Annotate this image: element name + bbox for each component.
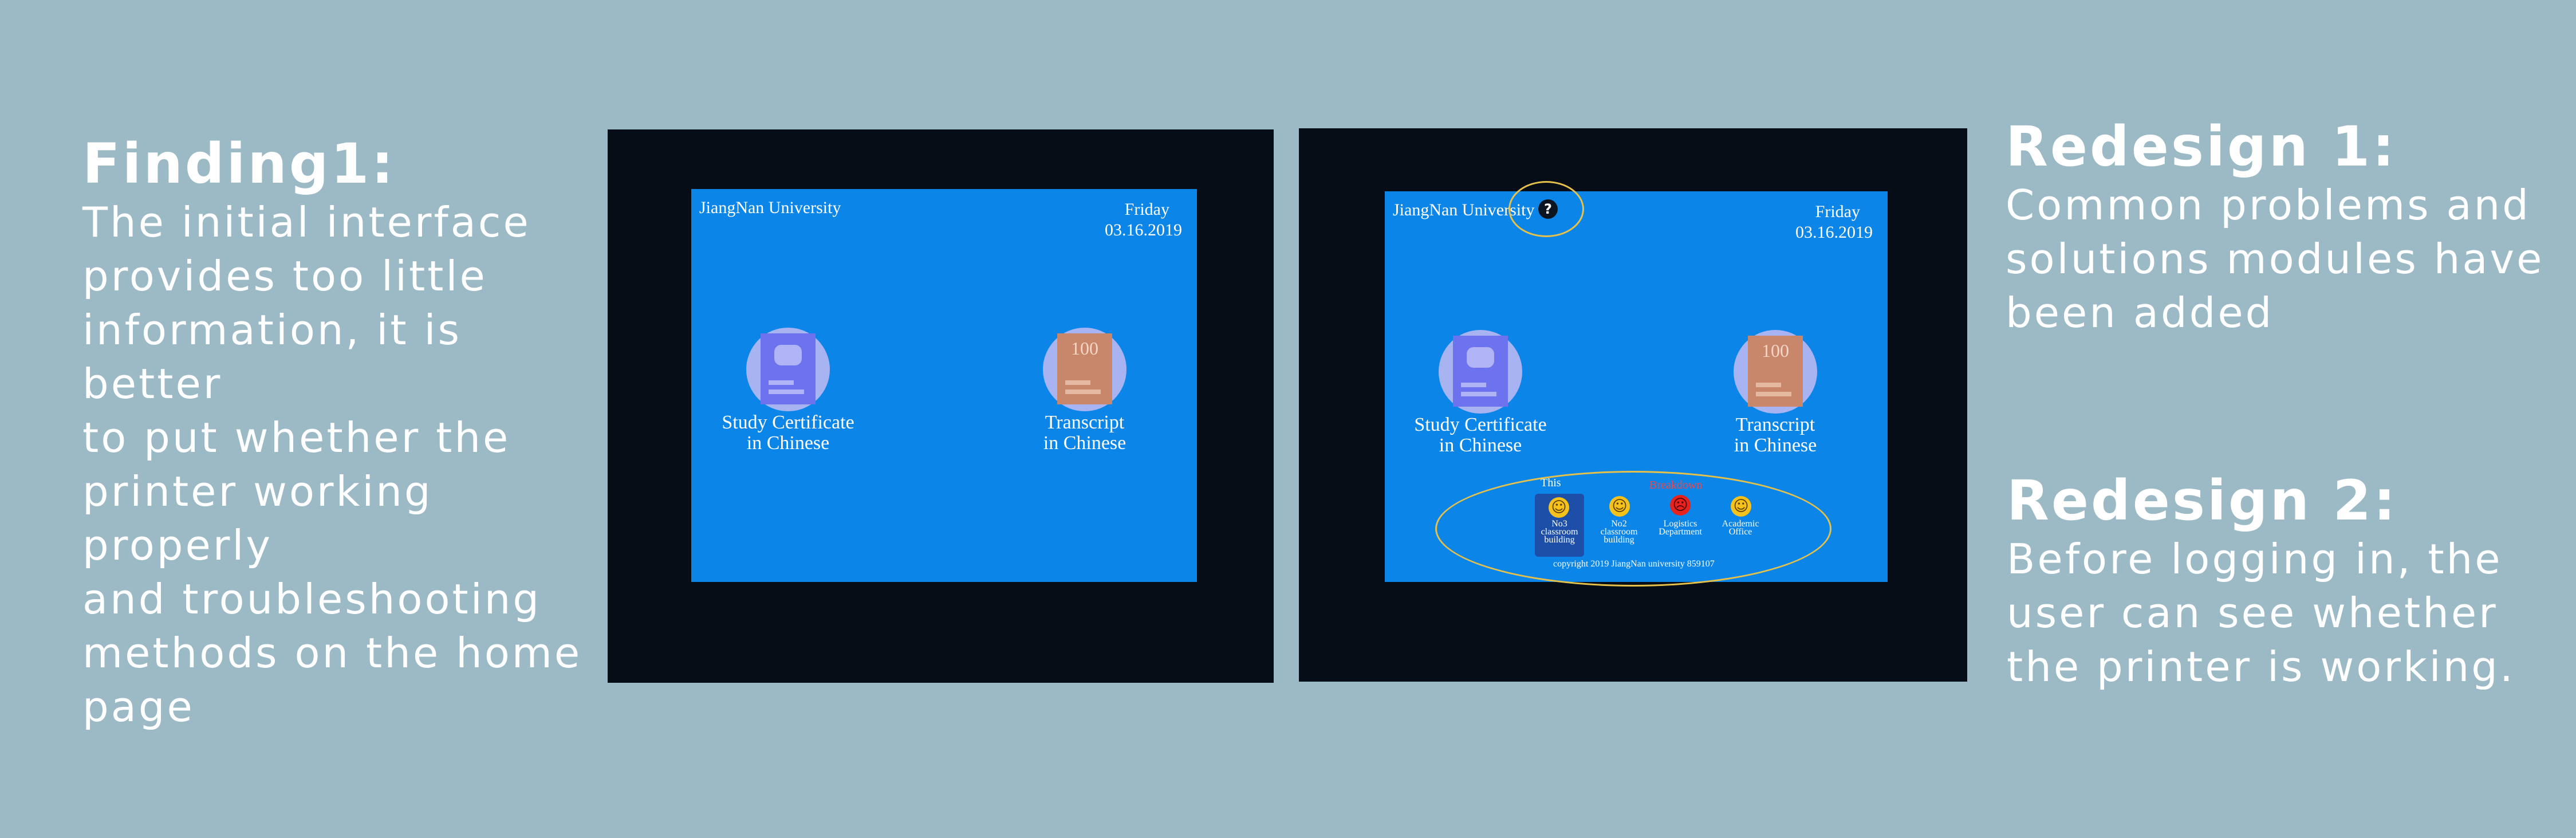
status-highlight-ring [1435, 471, 1831, 587]
date-label: 03.16.2019 [1105, 221, 1182, 239]
original-kiosk-screen: JiangNan University Friday 03.16.2019 St… [691, 189, 1197, 582]
tile-label-line: in Chinese [1043, 432, 1126, 454]
redesign2-title: Redesign 2: [2007, 469, 2398, 533]
certificate-icon [761, 333, 816, 404]
tile-label-line: Study Certificate [1414, 414, 1547, 435]
tile-label-line: in Chinese [746, 432, 830, 454]
help-highlight-ring [1508, 181, 1584, 237]
study-certificate-label[interactable]: Study Certificate in Chinese [696, 412, 880, 454]
transcript-label[interactable]: Transcript in Chinese [993, 412, 1176, 454]
transcript-button[interactable]: 100 [1043, 328, 1126, 411]
tile-label-line: Transcript [1045, 412, 1125, 433]
redesign-kiosk-frame: JiangNan University ? Friday 03.16.2019 … [1299, 128, 1967, 682]
redesign1-title: Redesign 1: [2006, 115, 2397, 179]
transcript-icon: 100 [1748, 336, 1803, 407]
transcript-label[interactable]: Transcript in Chinese [1684, 415, 1867, 456]
day-label: Friday [1815, 202, 1860, 221]
certificate-icon [1453, 336, 1508, 407]
finding-title: Finding1: [82, 132, 396, 196]
transcript-button[interactable]: 100 [1734, 330, 1817, 414]
study-certificate-label[interactable]: Study Certificate in Chinese [1389, 415, 1572, 456]
finding-body: The initial interface provides too littl… [82, 198, 582, 731]
university-name: JiangNan University [699, 198, 841, 217]
study-certificate-button[interactable] [1439, 330, 1522, 414]
tile-label-line: Study Certificate [722, 412, 854, 433]
tile-label-line: in Chinese [1439, 435, 1522, 456]
study-certificate-button[interactable] [746, 328, 830, 411]
date-display: Friday 03.16.2019 [1105, 199, 1182, 241]
day-label: Friday [1124, 200, 1169, 219]
tile-label-line: Transcript [1735, 414, 1815, 435]
redesign2-body: Before logging in, the user can see whet… [2007, 534, 2515, 691]
transcript-number: 100 [1071, 338, 1098, 359]
original-kiosk-frame: JiangNan University Friday 03.16.2019 St… [608, 129, 1274, 683]
tile-label-line: in Chinese [1734, 435, 1817, 456]
transcript-icon: 100 [1057, 333, 1112, 404]
finding-note: Finding1: The initial interface provides… [82, 135, 598, 734]
redesign1-body: Common problems and solutions modules ha… [2006, 180, 2545, 337]
transcript-number: 100 [1762, 340, 1789, 361]
date-label: 03.16.2019 [1795, 223, 1873, 242]
date-display: Friday 03.16.2019 [1795, 202, 1873, 243]
redesign2-note: Redesign 2: Before logging in, the user … [2007, 472, 2557, 694]
redesign1-note: Redesign 1: Common problems and solution… [2006, 118, 2555, 340]
